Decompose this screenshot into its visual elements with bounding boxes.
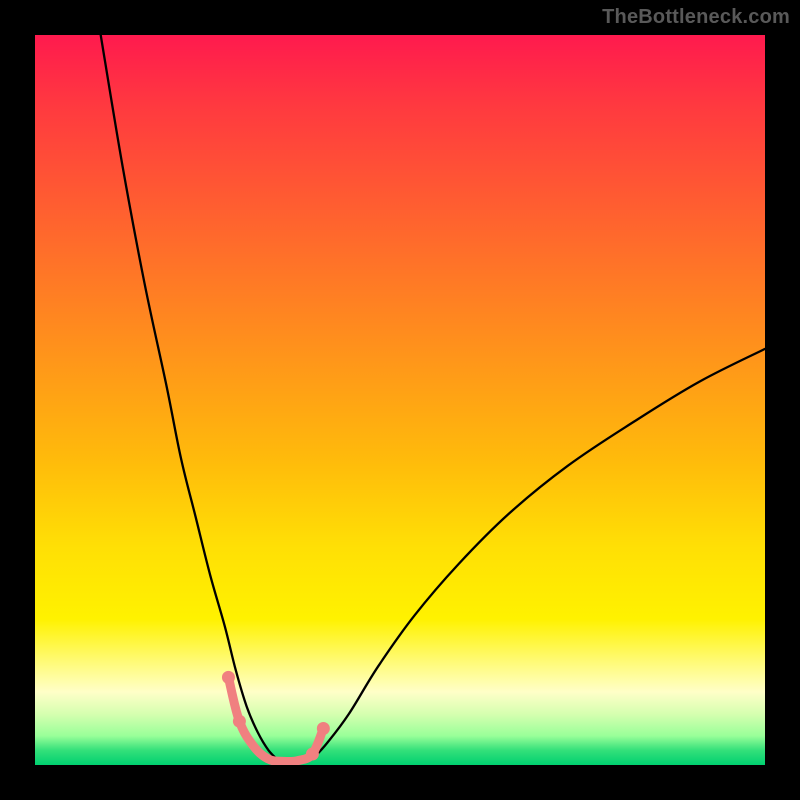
left-curve <box>101 35 280 761</box>
plot-area <box>35 35 765 765</box>
chart-frame: TheBottleneck.com <box>0 0 800 800</box>
right-curve <box>312 349 765 759</box>
attribution-label: TheBottleneck.com <box>602 6 790 29</box>
valley-segment <box>222 671 330 762</box>
curves-svg <box>35 35 765 765</box>
